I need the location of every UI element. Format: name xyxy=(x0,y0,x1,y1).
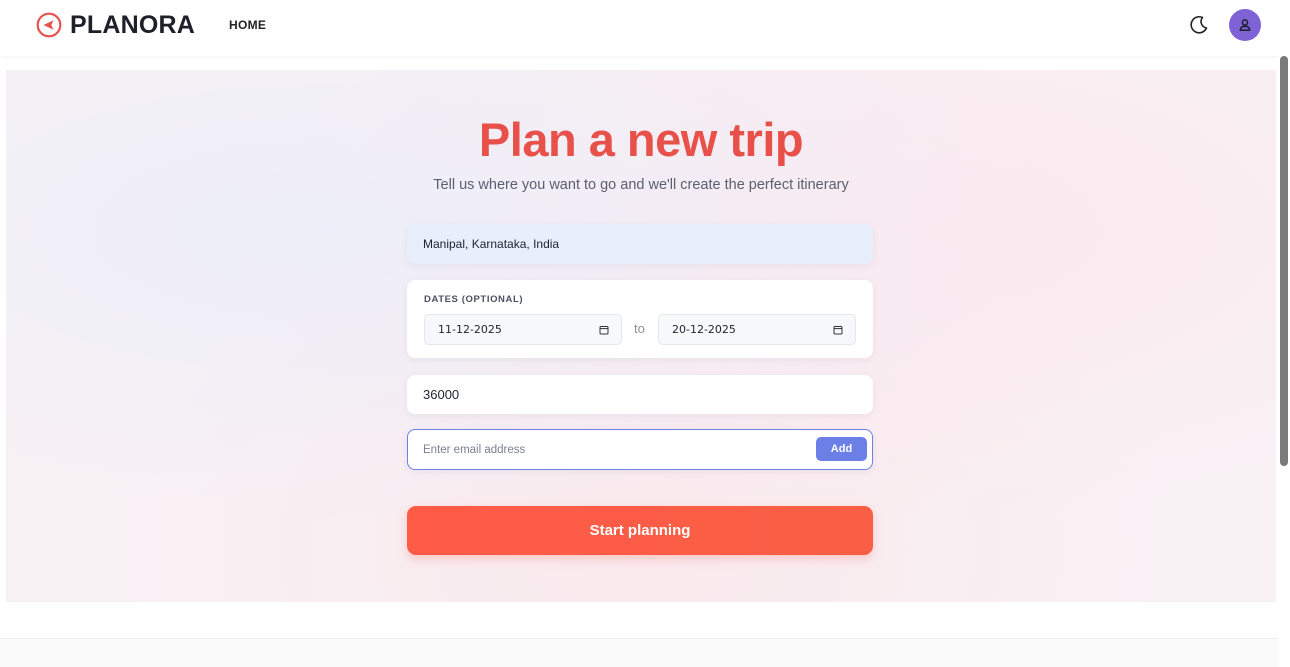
footer xyxy=(0,639,1278,667)
end-date-input[interactable]: 20-12-2025 xyxy=(658,314,856,345)
email-input[interactable] xyxy=(423,443,803,456)
dates-card: DATES (OPTIONAL) 11-12-2025 to 20-12-202… xyxy=(407,280,873,358)
brand-name: PLANORA xyxy=(70,10,196,39)
end-date-value: 20-12-2025 xyxy=(672,323,736,336)
top-navbar: PLANORA HOME xyxy=(0,0,1290,56)
destination-input[interactable]: Manipal, Karnataka, India xyxy=(407,224,873,264)
page-title: Plan a new trip xyxy=(478,113,804,166)
calendar-icon[interactable] xyxy=(599,325,609,335)
budget-input[interactable]: 36000 xyxy=(407,375,873,414)
user-avatar[interactable] xyxy=(1229,9,1261,41)
user-icon xyxy=(1239,19,1251,32)
email-field-wrapper: Add xyxy=(407,429,873,470)
budget-value: 36000 xyxy=(423,387,460,402)
calendar-icon[interactable] xyxy=(833,325,843,335)
add-email-button[interactable]: Add xyxy=(816,437,867,461)
page-subtitle: Tell us where you want to go and we'll c… xyxy=(433,177,849,193)
nav-home-link[interactable]: HOME xyxy=(229,18,266,32)
compass-arrow-icon xyxy=(36,12,62,38)
destination-value: Manipal, Karnataka, India xyxy=(423,237,560,251)
scrollbar-thumb[interactable] xyxy=(1280,56,1288,466)
dates-label: DATES (OPTIONAL) xyxy=(424,294,524,305)
start-date-value: 11-12-2025 xyxy=(438,323,502,336)
moon-icon[interactable] xyxy=(1188,14,1210,36)
brand-logo[interactable]: PLANORA xyxy=(36,10,195,40)
date-separator: to xyxy=(634,321,645,336)
start-planning-button[interactable]: Start planning xyxy=(407,506,873,555)
start-date-input[interactable]: 11-12-2025 xyxy=(424,314,622,345)
